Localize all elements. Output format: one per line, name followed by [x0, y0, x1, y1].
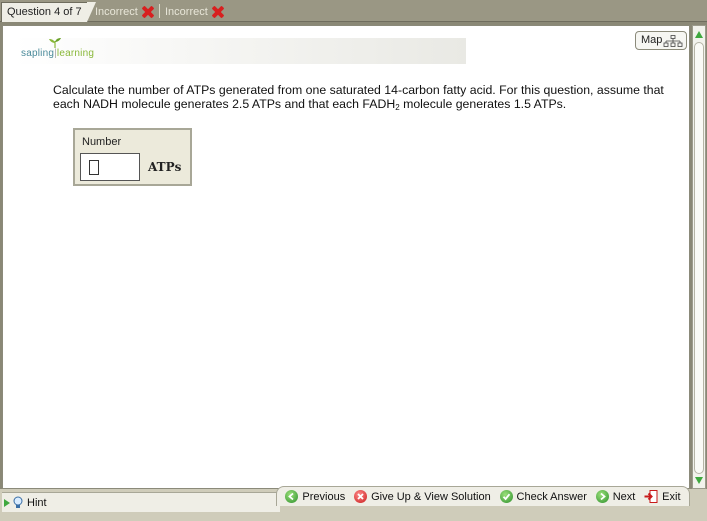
vertical-scrollbar[interactable] [692, 25, 706, 489]
sitemap-icon [663, 35, 683, 47]
tab-attempt-2[interactable]: Incorrect [165, 3, 225, 21]
expand-arrow-icon [4, 498, 10, 507]
leaf-icon [49, 38, 61, 48]
answer-unit: ATPs [148, 160, 182, 174]
check-answer-button[interactable]: Check Answer [499, 490, 587, 503]
attempt-2-label: Incorrect [165, 6, 208, 18]
scroll-down-arrow-icon[interactable] [695, 477, 703, 484]
check-answer-label: Check Answer [516, 490, 587, 503]
question-panel: sapling|learning Map Calculate the numbe… [2, 25, 690, 489]
tab-separator [159, 4, 160, 18]
tab-attempt-1[interactable]: Incorrect [95, 3, 155, 21]
red-x-icon [141, 5, 155, 19]
exit-label: Exit [662, 490, 681, 503]
tab-current-question[interactable]: Question 4 of 7 [1, 2, 96, 22]
previous-label: Previous [302, 490, 346, 503]
scroll-up-arrow-icon[interactable] [695, 31, 703, 38]
map-button[interactable]: Map [635, 31, 687, 50]
answer-label: Number [82, 136, 122, 148]
give-up-button[interactable]: Give Up & View Solution [354, 490, 491, 503]
text-cursor-box [89, 160, 99, 175]
hint-button[interactable]: Hint [2, 492, 280, 512]
scroll-thumb[interactable] [694, 42, 704, 474]
map-label: Map [641, 34, 663, 46]
logo-banner: sapling|learning [14, 38, 466, 64]
answer-box: Number ATPs [73, 128, 192, 186]
question-text: Calculate the number of ATPs generated f… [53, 83, 664, 112]
hint-label: Hint [27, 496, 47, 509]
exit-door-icon [644, 490, 658, 503]
next-label: Next [612, 490, 636, 503]
answer-input[interactable] [80, 153, 140, 181]
next-button[interactable]: Next [595, 490, 636, 503]
sapling-learning-logo: sapling|learning [21, 48, 95, 59]
red-x-icon [211, 5, 225, 19]
tab-current-label: Question 4 of 7 [7, 6, 82, 18]
give-up-x-icon [354, 490, 368, 503]
question-nav-bar: Previous Give Up & View Solution Check A… [276, 486, 690, 506]
previous-button[interactable]: Previous [285, 490, 345, 503]
check-icon [499, 490, 513, 503]
previous-arrow-icon [285, 490, 299, 503]
question-tab-bar: Question 4 of 7 Incorrect Incorrect [0, 0, 707, 22]
give-up-label: Give Up & View Solution [371, 490, 491, 503]
lightbulb-icon [13, 496, 23, 508]
next-arrow-icon [595, 490, 609, 503]
exit-button[interactable]: Exit [644, 490, 681, 503]
attempt-1-label: Incorrect [95, 6, 138, 18]
